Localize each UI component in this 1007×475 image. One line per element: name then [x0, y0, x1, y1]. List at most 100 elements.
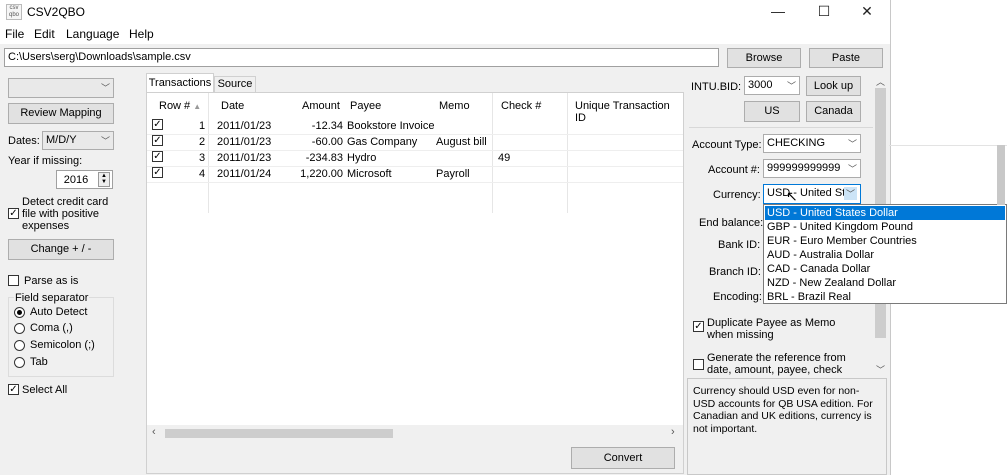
account-number-select[interactable]: 999999999999 ﹀ — [763, 159, 861, 178]
parse-as-is-label: Parse as is — [24, 275, 79, 287]
scroll-left-icon[interactable]: ‹ — [152, 426, 156, 438]
currency-option-eur[interactable]: EUR - Euro Member Countries — [765, 234, 1005, 248]
intu-bid-select[interactable]: 3000 ﹀ — [744, 76, 800, 95]
scroll-down-icon[interactable]: ﹀ — [876, 363, 885, 376]
encoding-label: Encoding: — [713, 291, 762, 303]
header-amount[interactable]: Amount — [302, 100, 340, 112]
header-check[interactable]: Check # — [501, 100, 541, 112]
browse-button[interactable]: Browse — [727, 48, 801, 68]
us-button[interactable]: US — [744, 101, 800, 122]
row-checkbox[interactable]: ✓ — [152, 135, 163, 146]
tab-transactions-label: Transactions — [148, 77, 212, 89]
header-memo[interactable]: Memo — [439, 100, 470, 112]
chevron-down-icon: ﹀ — [847, 139, 857, 149]
menu-help[interactable]: Help — [129, 27, 154, 41]
header-date[interactable]: Date — [221, 100, 244, 112]
separator-tab-label: Tab — [30, 356, 48, 368]
account-type-select[interactable]: CHECKING ﹀ — [763, 134, 861, 153]
menu-file[interactable]: File — [5, 27, 24, 41]
currency-dropdown[interactable]: USD - United States Dollar GBP - United … — [763, 204, 1007, 304]
intu-bid-value: 3000 — [748, 79, 773, 91]
currency-hint: Currency should USD even for non-USD acc… — [687, 378, 887, 475]
separator-coma-label: Coma (,) — [30, 322, 73, 334]
row-number: 3 — [199, 152, 206, 164]
end-balance-label: End balance: — [699, 217, 764, 229]
row-memo: August bill — [436, 136, 487, 148]
divider — [689, 127, 873, 128]
window-title: CSV2QBO — [27, 5, 86, 19]
row-checkbox[interactable]: ✓ — [152, 167, 163, 178]
file-path-input[interactable]: C:\Users\serg\Downloads\sample.csv — [4, 48, 719, 67]
row-checkbox[interactable]: ✓ — [152, 151, 163, 162]
close-button[interactable]: ✕ — [844, 0, 890, 24]
separator-auto-radio[interactable] — [14, 307, 25, 318]
detect-credit-checkbox[interactable]: ✓ — [8, 208, 19, 219]
row-checkbox[interactable]: ✓ — [152, 119, 163, 130]
spin-arrows-icon[interactable]: ▲ ▼ — [98, 172, 110, 187]
review-mapping-button[interactable]: Review Mapping — [8, 103, 114, 124]
header-payee[interactable]: Payee — [350, 100, 381, 112]
dates-format-value: M/D/Y — [46, 134, 77, 146]
header-row[interactable]: Row # ▲ — [159, 100, 201, 112]
canada-button[interactable]: Canada — [806, 101, 861, 122]
change-sign-button[interactable]: Change + / - — [8, 239, 114, 260]
currency-option-aud[interactable]: AUD - Australia Dollar — [765, 248, 1005, 262]
row-amount: -234.83 — [305, 152, 343, 164]
select-all-label: Select All — [22, 384, 68, 396]
scroll-up-icon[interactable]: ︿ — [876, 75, 885, 88]
generate-reference-checkbox[interactable] — [693, 359, 704, 370]
mapping-select[interactable]: ﹀ — [8, 78, 114, 98]
currency-label: Currency: — [713, 189, 761, 201]
scrollbar-thumb[interactable] — [165, 429, 393, 438]
background-scrollbar — [997, 145, 1005, 205]
currency-option-gbp[interactable]: GBP - United Kingdom Pound — [765, 220, 1005, 234]
menu-edit[interactable]: Edit — [34, 27, 55, 41]
background-divider — [889, 145, 1007, 146]
separator-tab-radio[interactable] — [14, 357, 25, 368]
tab-transactions[interactable]: Transactions — [146, 73, 214, 93]
dates-label: Dates: — [8, 135, 40, 147]
look-up-button[interactable]: Look up — [806, 76, 861, 96]
row-check: 49 — [498, 152, 511, 164]
currency-option-nzd[interactable]: NZD - New Zealand Dollar — [765, 276, 1005, 290]
currency-value: USD - United Sta — [767, 187, 847, 199]
row-date: 2011/01/24 — [217, 168, 272, 180]
year-stepper[interactable]: 2016 ▲ ▼ — [56, 170, 113, 189]
separator-semicolon-radio[interactable] — [14, 340, 25, 351]
convert-button[interactable]: Convert — [571, 447, 675, 469]
currency-select[interactable]: USD - United Sta ﹀ — [763, 184, 861, 204]
account-type-value: CHECKING — [767, 137, 826, 149]
dates-format-select[interactable]: M/D/Y ﹀ — [42, 131, 114, 150]
detect-credit-label: Detect credit card file with positive ex… — [22, 196, 109, 232]
parse-as-is-checkbox[interactable] — [8, 275, 19, 286]
row-payee: Gas Company — [347, 136, 418, 148]
currency-option-cad[interactable]: CAD - Canada Dollar — [765, 262, 1005, 276]
menu-language[interactable]: Language — [66, 27, 119, 41]
maximize-button[interactable]: ☐ — [801, 0, 847, 24]
table-row[interactable]: ✓ 2 2011/01/23 -60.00 Gas Company August… — [147, 134, 683, 151]
table-row[interactable]: ✓ 4 2011/01/24 1,220.00 Microsoft Payrol… — [147, 166, 683, 183]
currency-option-usd[interactable]: USD - United States Dollar — [765, 206, 1005, 220]
account-number-label: Account #: — [708, 164, 760, 176]
duplicate-payee-label: Duplicate Payee as Memo when missing — [707, 317, 836, 341]
minimize-button[interactable]: — — [755, 0, 801, 24]
scroll-right-icon[interactable]: › — [671, 426, 675, 438]
table-row[interactable]: ✓ 3 2011/01/23 -234.83 Hydro 49 — [147, 150, 683, 167]
select-all-checkbox[interactable]: ✓ — [8, 384, 19, 395]
account-type-label: Account Type: — [692, 139, 762, 151]
tab-source-label: Source — [217, 78, 253, 90]
field-separator-label: Field separator — [14, 292, 90, 304]
horizontal-scrollbar[interactable]: ‹ › — [147, 425, 683, 442]
table-row[interactable]: ✓ 1 2011/01/23 -12.34 Bookstore Invoice — [147, 118, 683, 135]
intu-bid-label: INTU.BID: — [691, 81, 742, 93]
duplicate-payee-checkbox[interactable]: ✓ — [693, 321, 704, 332]
tab-source[interactable]: Source — [214, 76, 256, 93]
row-payee: Hydro — [347, 152, 377, 164]
sort-up-icon: ▲ — [193, 102, 202, 111]
app-icon: csv qbo — [6, 4, 22, 20]
row-number: 4 — [199, 168, 206, 180]
chevron-down-icon: ﹀ — [847, 164, 857, 174]
separator-coma-radio[interactable] — [14, 323, 25, 334]
paste-button[interactable]: Paste — [809, 48, 883, 68]
currency-option-brl[interactable]: BRL - Brazil Real — [765, 290, 1005, 304]
